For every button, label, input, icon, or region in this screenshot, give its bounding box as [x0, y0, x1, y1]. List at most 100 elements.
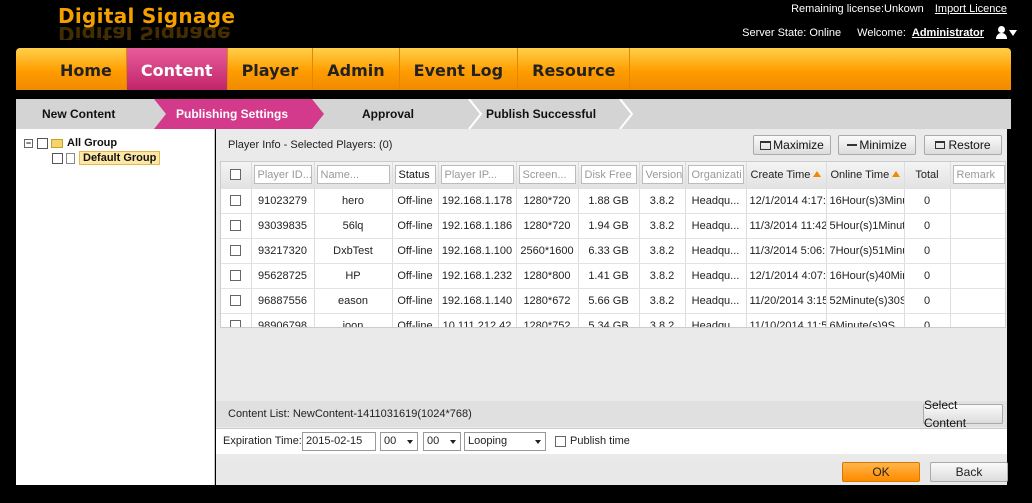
panel-title: Player Info - Selected Players: (0) — [228, 139, 393, 151]
col-screen: Screen... — [516, 162, 579, 189]
row-checkbox[interactable] — [230, 220, 242, 232]
tree-node-default-group[interactable]: Default Group — [52, 151, 161, 165]
play-mode-select[interactable]: Looping — [464, 432, 546, 451]
cell-name: eason — [314, 288, 393, 314]
row-checkbox[interactable] — [230, 195, 242, 207]
step-publishing-settings: Publishing Settings — [154, 99, 324, 129]
cell-remark — [950, 313, 1005, 327]
back-button[interactable]: Back — [930, 462, 1008, 482]
cell-total: 0 — [904, 288, 951, 314]
player-ip-filter[interactable]: Player IP... — [440, 165, 514, 185]
expiration-hour-select[interactable]: 00 — [380, 432, 418, 451]
table-row[interactable]: 93039835 56lq Off-line 192.168.1.186 1280*72… — [221, 213, 1005, 239]
ok-button[interactable]: OK — [842, 462, 920, 482]
col-total: Total — [904, 162, 951, 189]
cell-ip: 192.168.1.100 — [438, 238, 517, 264]
step-separator-icon — [468, 99, 482, 129]
cell-version: 3.8.2 — [639, 288, 686, 314]
group-checkbox[interactable] — [52, 152, 63, 164]
screen-filter[interactable]: Screen... — [518, 165, 576, 185]
col-online-time[interactable]: Online Time — [826, 162, 905, 189]
col-player-id: Player ID... — [251, 162, 315, 189]
collapse-icon[interactable]: − — [24, 138, 33, 148]
sort-asc-icon[interactable] — [892, 170, 901, 177]
maximize-icon — [760, 140, 772, 150]
cell-remark — [950, 288, 1005, 314]
select-all-checkbox[interactable] — [230, 169, 242, 181]
publish-time-checkbox[interactable] — [555, 436, 566, 447]
nav-content[interactable]: Content — [126, 48, 228, 90]
row-select-cell — [221, 313, 252, 327]
table-row[interactable]: 91023279 hero Off-line 192.168.1.178 1280*72… — [221, 188, 1005, 214]
table-header: Player ID... Name... Status Player IP...… — [221, 162, 1005, 189]
cell-ip: 192.168.1.140 — [438, 288, 517, 314]
minimize-button[interactable]: Minimize — [838, 135, 916, 155]
status-filter[interactable]: Status — [394, 165, 436, 185]
main-nav: Home Content Player Admin Event Log Reso… — [16, 48, 1011, 90]
cell-total: 0 — [904, 313, 951, 327]
expiration-bar: Expiration Time: 2015-02-15 00 00 Loopin… — [216, 428, 1007, 454]
row-checkbox[interactable] — [230, 320, 242, 327]
cell-remark — [950, 238, 1005, 264]
import-licence-link[interactable]: Import Licence — [935, 3, 1007, 15]
welcome-label: Welcome: — [857, 27, 906, 39]
expiration-minute-select[interactable]: 00 — [423, 432, 461, 451]
cell-ip: 10.111.212.42 — [438, 313, 517, 327]
col-create-time[interactable]: Create Time — [746, 162, 827, 189]
content-list-bar: Content List: NewContent-1411031619(1024… — [216, 398, 1007, 430]
col-organization: Organizati — [685, 162, 747, 189]
create-time-label: Create Time — [750, 168, 811, 181]
nav-home[interactable]: Home — [16, 48, 127, 90]
player-id-filter[interactable]: Player ID... — [253, 165, 312, 185]
expiration-date-input[interactable]: 2015-02-15 — [302, 432, 376, 451]
nav-event-log[interactable]: Event Log — [400, 48, 519, 90]
cell-online: 7Hour(s)51Minu — [826, 238, 905, 264]
row-select-cell — [221, 263, 252, 289]
table-row[interactable]: 95628725 HP Off-line 192.168.1.232 1280*800 1… — [221, 263, 1005, 289]
name-filter[interactable]: Name... — [316, 165, 390, 185]
license-text: Remaining license:Unkown — [791, 3, 924, 15]
content-list-label: Content List: NewContent-1411031619(1024… — [228, 408, 472, 420]
restore-button[interactable]: Restore — [924, 135, 1002, 155]
organization-filter[interactable]: Organizati — [687, 165, 744, 185]
cell-ip: 192.168.1.186 — [438, 213, 517, 239]
row-checkbox[interactable] — [230, 295, 242, 307]
cell-org: Headqu... — [685, 263, 747, 289]
cell-remark — [950, 188, 1005, 214]
server-state: Server State: Online — [742, 27, 842, 39]
select-all-cell — [221, 162, 252, 189]
remark-filter[interactable]: Remark — [952, 165, 1005, 185]
cell-online: 16Hour(s)40Mir — [826, 263, 905, 289]
sort-asc-icon[interactable] — [813, 170, 822, 177]
file-icon — [66, 152, 75, 164]
cell-ip: 192.168.1.232 — [438, 263, 517, 289]
cell-status: Off-line — [392, 263, 439, 289]
group-checkbox[interactable] — [37, 137, 48, 149]
row-checkbox[interactable] — [230, 245, 242, 257]
user-menu-icon[interactable] — [996, 26, 1018, 40]
version-filter[interactable]: Version — [641, 165, 683, 185]
select-content-button[interactable]: Select Content — [923, 398, 1003, 430]
cell-disk: 6.33 GB — [578, 238, 640, 264]
user-link[interactable]: Administrator — [912, 27, 984, 39]
nav-player[interactable]: Player — [228, 48, 314, 90]
footer-bar: OK Back — [216, 461, 1008, 485]
cell-ip: 192.168.1.178 — [438, 188, 517, 214]
cell-disk: 5.66 GB — [578, 288, 640, 314]
disk-free-filter[interactable]: Disk Free — [580, 165, 637, 185]
cell-version: 3.8.2 — [639, 188, 686, 214]
nav-admin[interactable]: Admin — [313, 48, 400, 90]
table-row[interactable]: 93217320 DxbTest Off-line 192.168.1.100 2560… — [221, 238, 1005, 264]
server-info: Server State: Online Welcome: Administra… — [742, 26, 1018, 40]
cell-org: Headqu... — [685, 313, 747, 327]
nav-resource[interactable]: Resource — [518, 48, 631, 90]
table-row[interactable]: 96887556 eason Off-line 192.168.1.140 1280*6… — [221, 288, 1005, 314]
maximize-button[interactable]: Maximize — [753, 135, 831, 155]
tree-node-all-group[interactable]: − All Group — [24, 137, 117, 149]
row-checkbox[interactable] — [230, 270, 242, 282]
table-row[interactable]: 98906798 joon Off-line 10.111.212.42 1280*75… — [221, 313, 1005, 327]
step-approval: Approval — [362, 107, 415, 121]
player-table: Player ID... Name... Status Player IP...… — [220, 161, 1006, 328]
expiration-label: Expiration Time: — [223, 435, 302, 447]
row-select-cell — [221, 188, 252, 214]
